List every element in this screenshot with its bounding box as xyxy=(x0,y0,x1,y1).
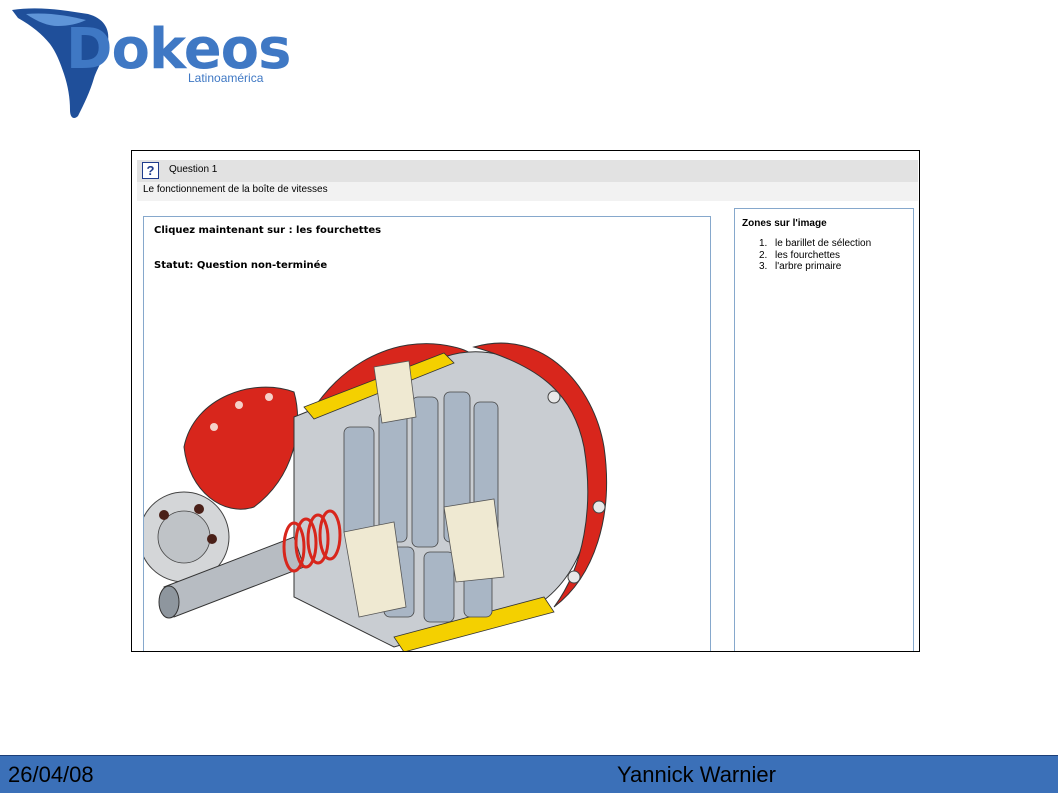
zone-label: le barillet de sélection xyxy=(775,238,872,249)
zone-item: 2. les fourchettes xyxy=(759,250,871,262)
hotspot-image-panel[interactable]: Cliquez maintenant sur : les fourchettes… xyxy=(143,216,711,652)
question-header: ? Question 1 xyxy=(137,160,918,182)
exercise-frame: ? Question 1 Le fonctionnement de la boî… xyxy=(131,150,920,652)
zones-title: Zones sur l'image xyxy=(742,218,827,229)
zone-item: 3. l'arbre primaire xyxy=(759,261,871,273)
gearbox-diagram[interactable] xyxy=(144,277,710,652)
zones-panel: Zones sur l'image 1. le barillet de sélec… xyxy=(734,208,914,651)
footer-date: 26/04/08 xyxy=(8,762,94,787)
zone-number: 1. xyxy=(759,238,768,249)
zone-number: 3. xyxy=(759,261,768,272)
footer-author: Yannick Warnier xyxy=(617,762,776,787)
logo-subtitle: Latinoamérica xyxy=(188,71,264,85)
slide-footer: 26/04/08 Yannick Warnier xyxy=(0,755,1058,793)
zone-number: 2. xyxy=(759,249,768,261)
zone-label: les fourchettes xyxy=(775,249,841,261)
status-text: Statut: Question non-terminée xyxy=(154,260,328,271)
question-title: Question 1 xyxy=(169,164,218,175)
instruction-text: Cliquez maintenant sur : les fourchettes xyxy=(154,225,382,236)
zone-label: l'arbre primaire xyxy=(775,261,842,272)
dokeos-logo: Dokeos Latinoamérica xyxy=(8,4,291,122)
question-description: Le fonctionnement de la boîte de vitesse… xyxy=(137,182,918,201)
zone-item: 1. le barillet de sélection xyxy=(759,238,871,250)
zones-list: 1. le barillet de sélection 2. les fourche… xyxy=(759,238,871,273)
logo-wordmark: Dokeos xyxy=(66,17,291,82)
question-icon: ? xyxy=(142,162,159,179)
